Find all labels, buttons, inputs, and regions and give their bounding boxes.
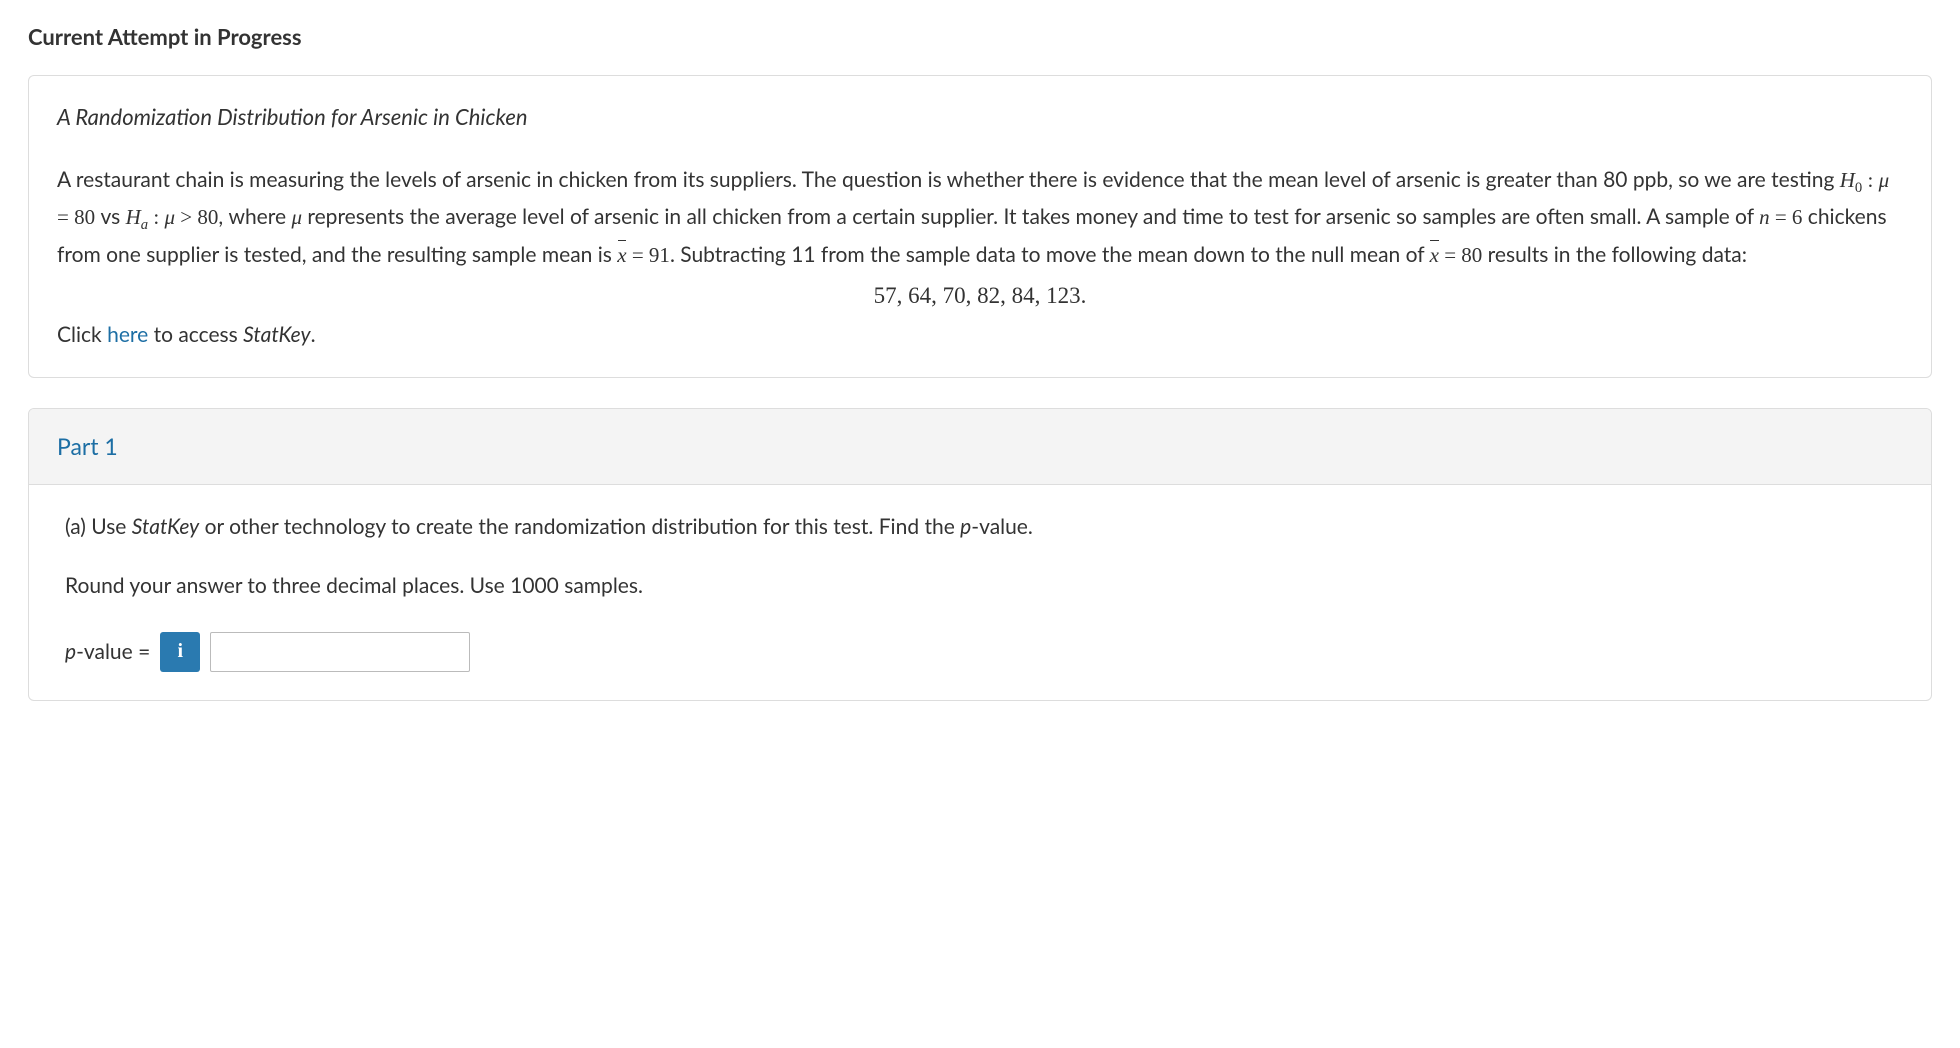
body-mid: represents the average level of arsenic … (302, 204, 1759, 229)
body-mid3: . Subtracting 11 from the sample data to… (670, 242, 1430, 267)
body-end: results in the following data: (1482, 242, 1747, 267)
n-eq: = 6 (1770, 205, 1803, 229)
question-title: A Randomization Distribution for Arsenic… (57, 100, 1903, 133)
answer-label-rest: -value = (76, 639, 150, 664)
prompt-pre: (a) Use (65, 514, 132, 539)
part1-body: (a) Use StatKey or other technology to c… (29, 485, 1931, 700)
pvalue-p: p (960, 514, 971, 539)
click-post: to access (148, 322, 243, 347)
page-title: Current Attempt in Progress (28, 20, 1932, 53)
question-body: A restaurant chain is measuring the leve… (57, 163, 1903, 353)
ha-colon: : (148, 205, 164, 229)
eq80: = 80 (57, 205, 95, 229)
period: . (311, 322, 316, 347)
prompt-mid: or other technology to create the random… (199, 514, 960, 539)
info-button[interactable]: i (160, 632, 200, 672)
statkey-link[interactable]: here (107, 322, 148, 347)
mu-symbol-2: μ (164, 205, 175, 229)
statkey-access-line: Click here to access StatKey. (57, 318, 1903, 353)
h0-colon: : (1862, 168, 1878, 192)
where-text: , where (218, 204, 291, 229)
answer-row: p-value = i (65, 632, 1895, 672)
ha-sub: a (141, 218, 148, 234)
xbar-symbol: x (617, 238, 626, 273)
statkey-name: StatKey (243, 322, 310, 347)
prompt-statkey: StatKey (132, 514, 199, 539)
part1-header[interactable]: Part 1 (29, 409, 1931, 485)
part1-prompt: (a) Use StatKey or other technology to c… (65, 511, 1895, 543)
gt80: > 80 (175, 205, 218, 229)
mu-symbol-3: μ (291, 205, 302, 229)
mu-symbol: μ (1879, 168, 1890, 192)
ha-symbol: H (126, 205, 141, 229)
n-symbol: n (1759, 205, 1770, 229)
pvalue-rest: -value. (971, 514, 1033, 539)
body-intro: A restaurant chain is measuring the leve… (57, 167, 1840, 192)
question-panel: A Randomization Distribution for Arsenic… (28, 75, 1932, 378)
answer-label-p: p (65, 639, 76, 664)
click-pre: Click (57, 322, 107, 347)
xbar-symbol-2: x (1430, 238, 1439, 273)
part1-note: Round your answer to three decimal place… (65, 570, 1895, 602)
answer-label: p-value = (65, 636, 150, 668)
data-values: 57, 64, 70, 82, 84, 123. (57, 277, 1903, 315)
xbar2-eq: = 80 (1439, 243, 1482, 267)
h0-symbol: H (1840, 168, 1855, 192)
part1-panel: Part 1 (a) Use StatKey or other technolo… (28, 408, 1932, 701)
xbar-eq: = 91 (627, 243, 670, 267)
vs-text: vs (95, 204, 125, 229)
pvalue-input[interactable] (210, 632, 470, 672)
